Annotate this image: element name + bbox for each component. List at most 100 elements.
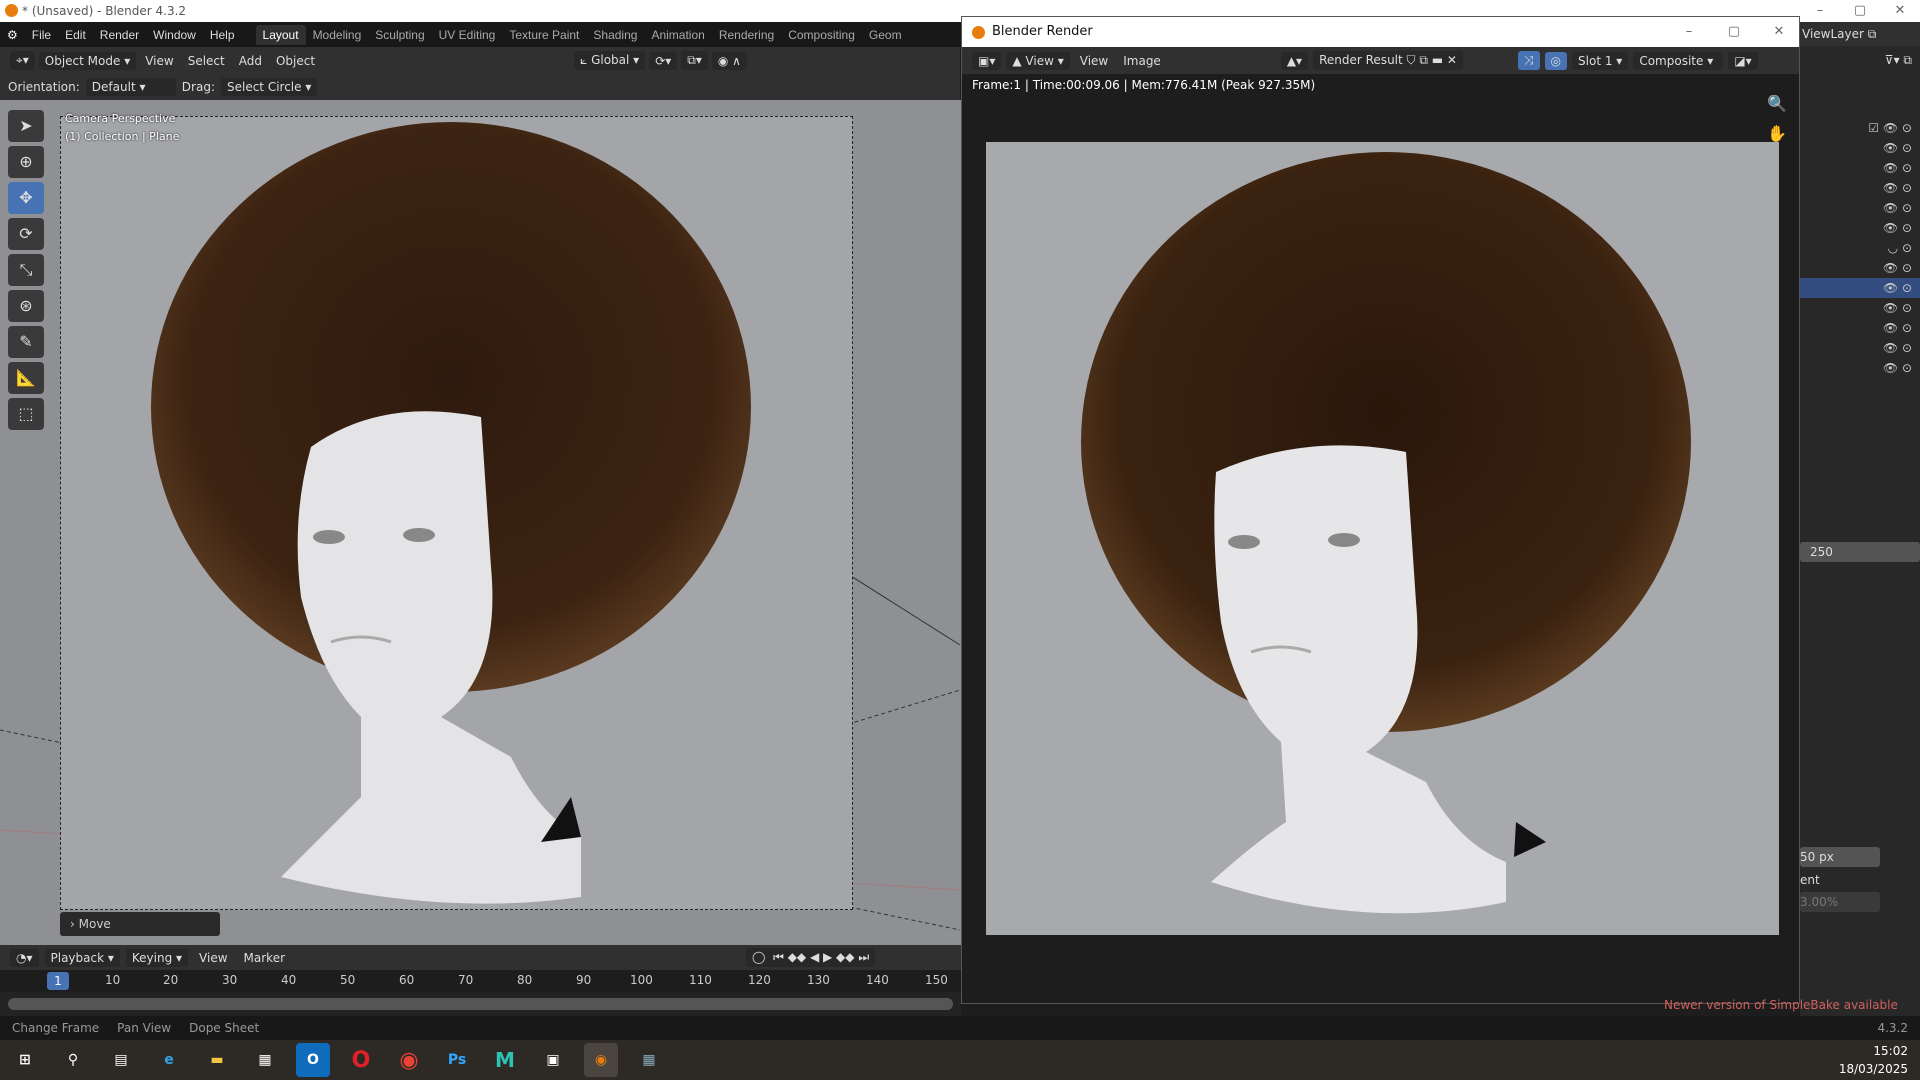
pivot-icon[interactable]: ⟳▾ <box>649 51 678 70</box>
outliner-row[interactable]: ☑ 👁 ⊙ <box>1800 118 1920 138</box>
maya-icon[interactable]: M <box>488 1043 522 1077</box>
outliner-row[interactable]: 👁 ⊙ <box>1800 358 1920 378</box>
viewlayer-selector[interactable]: ViewLayer ⧉ <box>1800 22 1920 46</box>
annotate-tool-icon[interactable]: ✎ <box>8 326 44 358</box>
playback-menu[interactable]: Playback ▾ <box>44 948 120 967</box>
render-result-field[interactable]: Render Result ⛉ ⧉ ▬ ✕ <box>1313 51 1463 70</box>
tab-compositing[interactable]: Compositing <box>781 25 862 45</box>
tab-rendering[interactable]: Rendering <box>712 25 781 45</box>
view-mode-dropdown[interactable]: ▲ View ▾ <box>1006 51 1070 70</box>
calculator-icon[interactable]: ▦ <box>632 1043 666 1077</box>
frame-ruler[interactable]: 1 10 20 30 40 50 60 70 80 90 100 110 120… <box>0 970 961 992</box>
menu-object[interactable]: Object <box>271 54 320 68</box>
last-operator-panel[interactable]: › Move <box>60 912 220 936</box>
move-tool-icon[interactable]: ✥ <box>8 182 44 214</box>
outliner-row[interactable]: 👁 ⊙ <box>1800 298 1920 318</box>
editor-type-button[interactable]: ⌖▾ <box>10 51 35 70</box>
px-field[interactable]: 50 px <box>1800 847 1880 867</box>
add-cube-tool-icon[interactable]: ⬚ <box>8 398 44 430</box>
blender-taskbar-icon[interactable]: ◉ <box>584 1043 618 1077</box>
pass-dropdown[interactable]: Composite ▾ <box>1633 51 1724 70</box>
timeline-scrollbar[interactable] <box>8 998 953 1010</box>
zoom-icon[interactable]: 🔍 <box>1767 89 1787 119</box>
outliner-row[interactable]: 👁 ⊙ <box>1800 258 1920 278</box>
task-view-icon[interactable]: ▤ <box>104 1043 138 1077</box>
blender-menu-icon[interactable]: ⚙ <box>0 28 25 42</box>
rotate-tool-icon[interactable]: ⟳ <box>8 218 44 250</box>
mode-dropdown[interactable]: Object Mode ▾ <box>38 51 137 70</box>
3d-viewport[interactable]: ➤ ⊕ ✥ ⟳ ⤡ ⊛ ✎ 📐 ⬚ Camera Perspective (1)… <box>0 100 961 945</box>
minimize-button[interactable]: – <box>1800 0 1840 22</box>
marker-menu[interactable]: Marker <box>239 951 290 965</box>
drag-dropdown[interactable]: Select Circle ▾ <box>220 78 318 96</box>
render-maximize-button[interactable]: ▢ <box>1714 17 1754 47</box>
view-menu[interactable]: View <box>1075 54 1113 68</box>
tab-animation[interactable]: Animation <box>644 25 711 45</box>
transform-orientation-dropdown[interactable]: ⟀ Global ▾ <box>574 51 646 70</box>
outliner-row[interactable]: 👁 ⊙ <box>1800 318 1920 338</box>
outliner-row[interactable]: 👁 ⊙ <box>1800 178 1920 198</box>
outliner-row[interactable]: ◡ ⊙ <box>1800 238 1920 258</box>
render-result-image[interactable] <box>986 142 1779 935</box>
current-frame-indicator[interactable]: 1 <box>47 972 69 990</box>
overlay-toggle-icon[interactable]: ◎ <box>1544 51 1568 70</box>
outliner-row-selected[interactable]: 👁 ⊙ <box>1800 278 1920 298</box>
render-minimize-button[interactable]: – <box>1669 17 1709 47</box>
menu-window[interactable]: Window <box>146 28 203 42</box>
timeline-view-menu[interactable]: View <box>194 951 232 965</box>
orientation-dropdown[interactable]: Default ▾ <box>85 78 176 96</box>
store-icon[interactable]: ▦ <box>248 1043 282 1077</box>
percent-field[interactable]: 3.00% <box>1800 892 1880 912</box>
proportional-edit-icon[interactable]: ◉ ∧ <box>711 51 747 70</box>
playback-controls[interactable]: ◯ ⏮ ◆◆ ◀ ▶ ◆◆ ⏭ <box>746 948 876 967</box>
photoshop-icon[interactable]: Ps <box>440 1043 474 1077</box>
maximize-button[interactable]: ▢ <box>1840 0 1880 22</box>
tab-texture-paint[interactable]: Texture Paint <box>502 25 586 45</box>
close-button[interactable]: ✕ <box>1880 0 1920 22</box>
system-clock[interactable]: 15:02 18/03/2025 <box>1839 1042 1908 1078</box>
outliner-row[interactable]: 👁 ⊙ <box>1800 158 1920 178</box>
chrome-icon[interactable]: ◉ <box>392 1043 426 1077</box>
menu-select[interactable]: Select <box>183 54 230 68</box>
image-browse-button[interactable]: ▲▾ <box>1280 51 1309 70</box>
outliner-row[interactable]: 👁 ⊙ <box>1800 138 1920 158</box>
zoom-pan-gizmo[interactable]: 🔍 ✋ <box>1767 89 1787 149</box>
keying-menu[interactable]: Keying ▾ <box>125 948 189 967</box>
windows-start-icon[interactable]: ⊞ <box>8 1043 42 1077</box>
tab-geometry[interactable]: Geom <box>862 25 909 45</box>
tab-shading[interactable]: Shading <box>586 25 644 45</box>
outlook-icon[interactable]: O <box>296 1043 330 1077</box>
menu-render[interactable]: Render <box>93 28 146 42</box>
filter-icon[interactable]: ⊽▾ ⧉ <box>1800 46 1920 74</box>
menu-add[interactable]: Add <box>234 54 267 68</box>
outliner-row[interactable]: 👁 ⊙ <box>1800 198 1920 218</box>
snap-icon[interactable]: ⧉▾ <box>681 51 708 70</box>
outliner-row[interactable]: 👁 ⊙ <box>1800 218 1920 238</box>
gizmo-toggle-icon[interactable]: ⤨ <box>1517 51 1540 70</box>
menu-file[interactable]: File <box>25 28 58 42</box>
opera-icon[interactable]: O <box>344 1043 378 1077</box>
tab-layout[interactable]: Layout <box>255 24 306 45</box>
display-channels-icon[interactable]: ◪▾ <box>1728 51 1758 70</box>
tab-uv-editing[interactable]: UV Editing <box>432 25 503 45</box>
transform-tool-icon[interactable]: ⊛ <box>8 290 44 322</box>
measure-tool-icon[interactable]: 📐 <box>8 362 44 394</box>
editor-type-button[interactable]: ▣▾ <box>972 51 1002 70</box>
menu-edit[interactable]: Edit <box>58 28 93 42</box>
frame-end-field[interactable]: 250 <box>1800 542 1920 562</box>
cursor-tool-icon[interactable]: ⊕ <box>8 146 44 178</box>
menu-view[interactable]: View <box>140 54 178 68</box>
outliner-row[interactable]: 👁 ⊙ <box>1800 338 1920 358</box>
tab-sculpting[interactable]: Sculpting <box>368 25 431 45</box>
tab-modeling[interactable]: Modeling <box>306 25 369 45</box>
select-tool-icon[interactable]: ➤ <box>8 110 44 142</box>
image-menu[interactable]: Image <box>1118 54 1166 68</box>
file-explorer-icon[interactable]: ▬ <box>200 1043 234 1077</box>
timeline-editor-icon[interactable]: ◔▾ <box>10 948 39 967</box>
scale-tool-icon[interactable]: ⤡ <box>8 254 44 286</box>
app-icon[interactable]: ▣ <box>536 1043 570 1077</box>
slot-dropdown[interactable]: Slot 1 ▾ <box>1572 51 1629 70</box>
search-icon[interactable]: ⚲ <box>56 1043 90 1077</box>
edge-icon[interactable]: e <box>152 1043 186 1077</box>
menu-help[interactable]: Help <box>203 28 242 42</box>
